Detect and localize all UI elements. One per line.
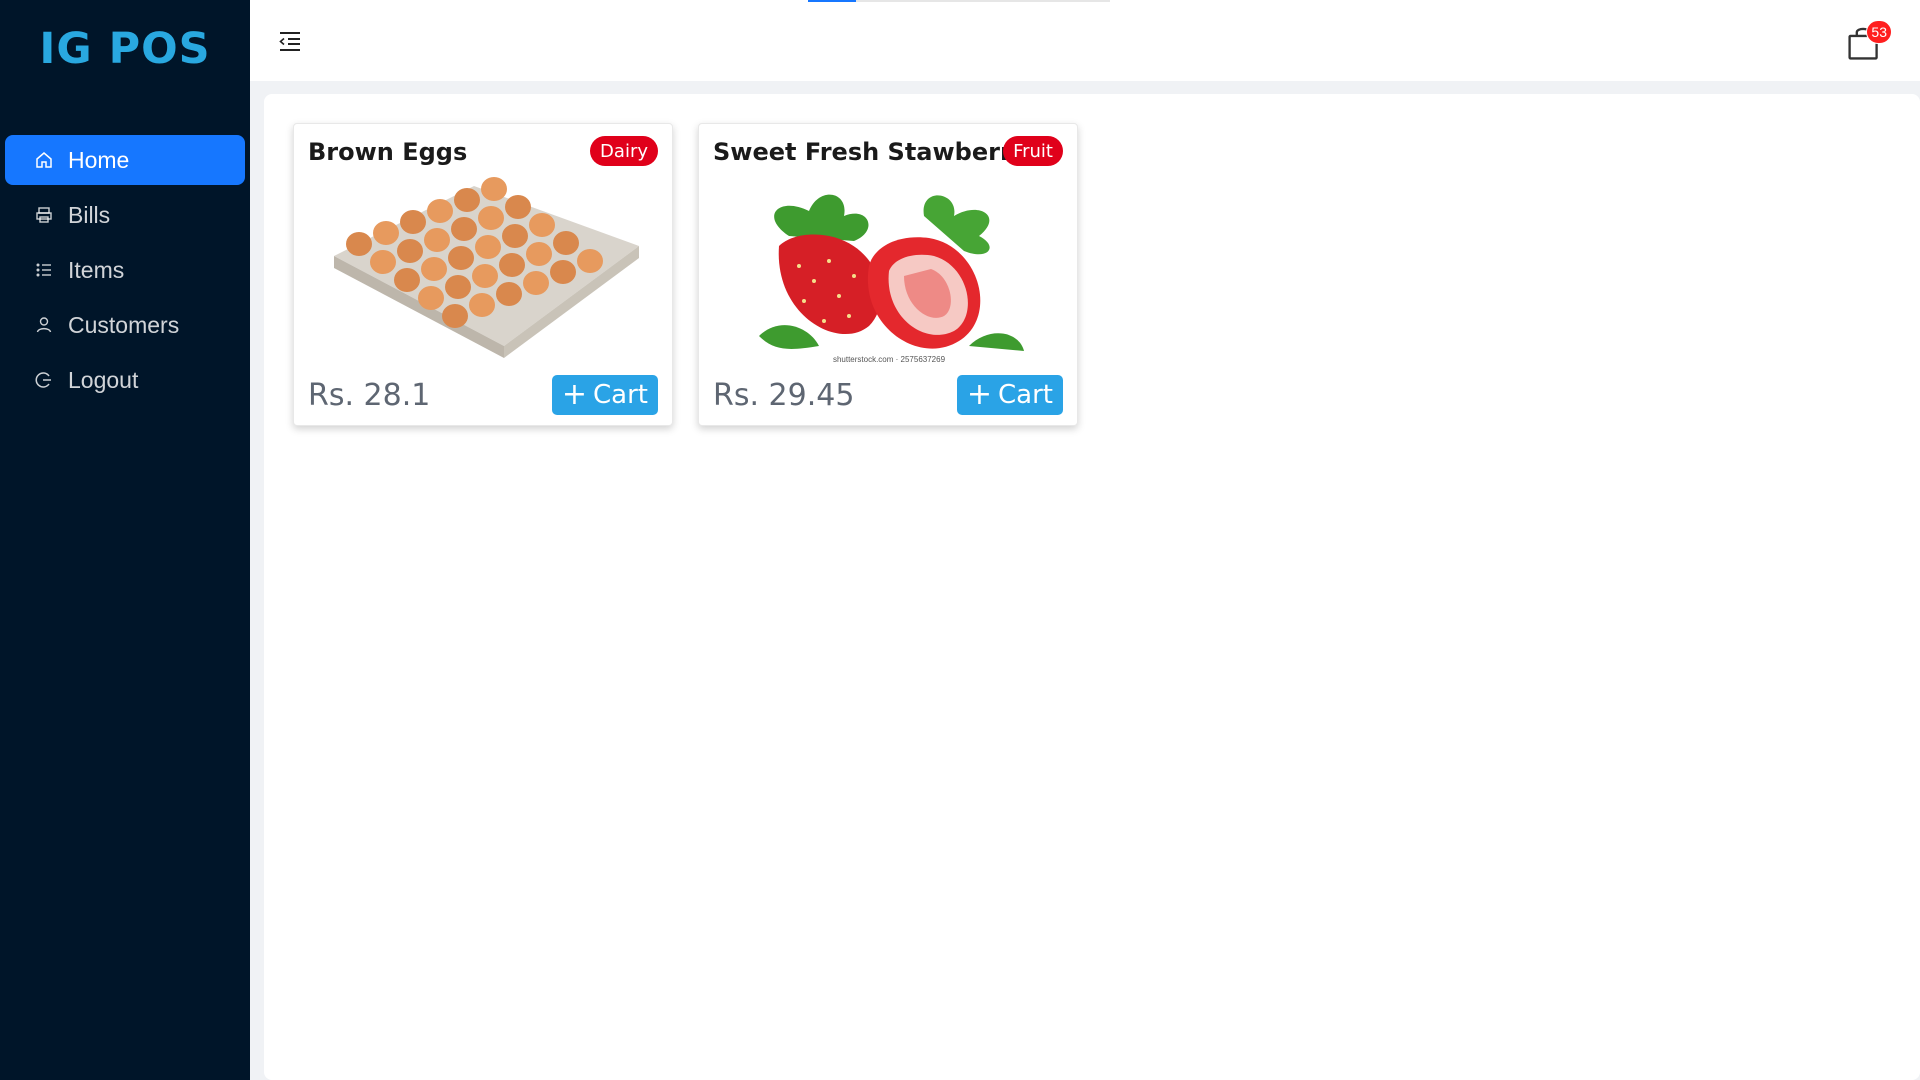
egg: [502, 224, 528, 248]
egg: [505, 195, 531, 219]
sidebar-item-logout[interactable]: Logout: [5, 355, 245, 405]
sidebar-item-label: Items: [68, 256, 125, 283]
add-to-cart-button[interactable]: + Cart: [956, 375, 1063, 415]
egg: [454, 188, 480, 212]
sidebar-item-label: Logout: [68, 366, 139, 393]
plus-icon: +: [966, 377, 993, 412]
egg: [478, 206, 504, 230]
egg: [448, 246, 474, 270]
sidebar: IG POS Home Bills Items Customers Logout: [0, 0, 250, 1080]
product-card[interactable]: Brown Eggs Dairy Rs. 28.1 + Cart: [293, 123, 673, 426]
egg: [523, 271, 549, 295]
egg: [577, 249, 603, 273]
cart-button[interactable]: 53: [1846, 20, 1892, 62]
product-card[interactable]: Sweet Fresh Stawberry Fruit shutterstock…: [698, 123, 1078, 426]
sidebar-item-label: Home: [68, 146, 130, 173]
printer-icon: [34, 205, 54, 225]
add-to-cart-label: Cart: [998, 380, 1053, 410]
egg: [373, 221, 399, 245]
sidebar-menu: Home Bills Items Customers Logout: [0, 135, 250, 405]
egg: [499, 253, 525, 277]
logout-icon: [34, 370, 54, 390]
egg: [421, 257, 447, 281]
product-name: Brown Eggs: [308, 138, 468, 166]
add-to-cart-button[interactable]: + Cart: [551, 375, 658, 415]
top-header: 53: [250, 0, 1920, 81]
egg: [442, 304, 468, 328]
app-logo: IG POS: [39, 23, 211, 74]
cart-count-badge: 53: [1866, 20, 1892, 44]
egg: [427, 199, 453, 223]
sidebar-item-bills[interactable]: Bills: [5, 190, 245, 240]
egg: [481, 177, 507, 201]
plus-icon: +: [561, 377, 588, 412]
category-tag: Dairy: [590, 136, 658, 166]
loading-progress-bar: [808, 0, 1110, 2]
egg: [394, 268, 420, 292]
app-root: IG POS Home Bills Items Customers Logout…: [0, 0, 1920, 1080]
main-content: Brown Eggs Dairy Rs. 28.1 + Cart Sweet F…: [264, 94, 1920, 1080]
product-price: Rs. 28.1: [308, 378, 431, 413]
sidebar-item-label: Customers: [68, 311, 180, 338]
list-icon: [34, 260, 54, 280]
egg: [472, 264, 498, 288]
egg: [553, 231, 579, 255]
egg: [397, 239, 423, 263]
category-tag: Fruit: [1003, 136, 1063, 166]
egg: [445, 275, 471, 299]
user-icon: [34, 315, 54, 335]
egg: [451, 217, 477, 241]
sidebar-item-customers[interactable]: Customers: [5, 300, 245, 350]
egg: [370, 250, 396, 274]
egg: [424, 228, 450, 252]
sidebar-item-home[interactable]: Home: [5, 135, 245, 185]
image-watermark: shutterstock.com · 2575637269: [832, 355, 946, 364]
product-price: Rs. 29.45: [713, 378, 855, 413]
egg: [346, 232, 372, 256]
product-image-eggs: [314, 176, 654, 366]
egg: [475, 235, 501, 259]
egg: [418, 286, 444, 310]
egg: [469, 293, 495, 317]
sidebar-item-items[interactable]: Items: [5, 245, 245, 295]
egg: [526, 242, 552, 266]
add-to-cart-label: Cart: [593, 380, 648, 410]
home-icon: [34, 150, 54, 170]
egg: [496, 282, 522, 306]
egg: [400, 210, 426, 234]
sidebar-item-label: Bills: [68, 201, 111, 228]
product-image-strawberries: shutterstock.com · 2575637269: [719, 176, 1059, 366]
product-name: Sweet Fresh Stawberry: [713, 138, 1028, 166]
menu-fold-icon[interactable]: [277, 28, 303, 54]
loading-progress-fill: [808, 0, 857, 2]
egg: [550, 260, 576, 284]
egg: [529, 213, 555, 237]
